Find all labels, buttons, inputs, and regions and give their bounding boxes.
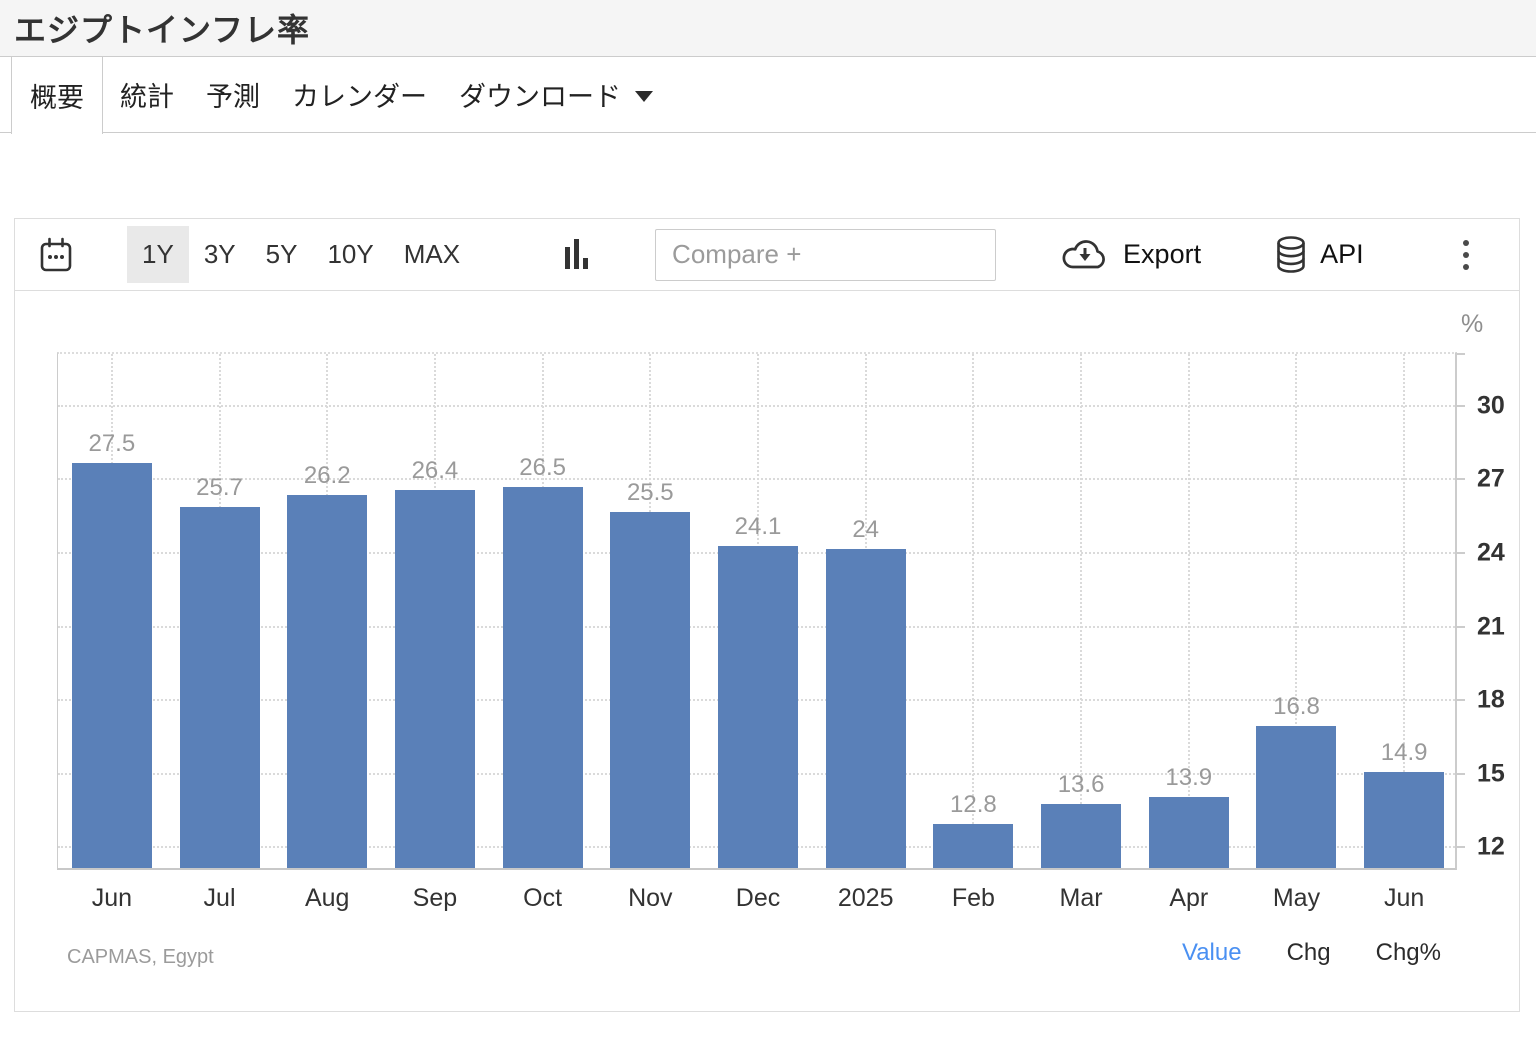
bar-value-label: 26.4 <box>412 457 459 485</box>
bar-value-label: 16.8 <box>1273 693 1320 721</box>
y-axis-tick <box>1455 405 1465 407</box>
bar-sep[interactable] <box>395 490 475 868</box>
bar-feb[interactable] <box>933 824 1013 868</box>
mode-chg[interactable]: Chg <box>1287 939 1331 967</box>
range-button-1y[interactable]: 1Y <box>127 226 189 283</box>
x-axis-label: Sep <box>413 884 457 913</box>
y-axis-tick <box>1455 478 1465 480</box>
mode-chg-pct[interactable]: Chg% <box>1376 939 1441 967</box>
bar-value-label: 27.5 <box>88 430 135 458</box>
tab-label: 概要 <box>30 76 84 115</box>
bar-value-label: 26.5 <box>519 454 566 482</box>
x-axis-label: Jun <box>1384 884 1424 913</box>
x-axis-label: Jun <box>92 884 132 913</box>
page-title: エジプトインフレ率 <box>14 5 310 51</box>
y-axis-tick <box>1455 699 1465 701</box>
database-icon <box>1275 235 1307 275</box>
tab-label: 統計 <box>120 75 174 114</box>
y-axis-label: 27 <box>1477 465 1505 494</box>
source-attribution: CAPMAS, Egypt <box>67 946 214 969</box>
bar-may[interactable] <box>1256 726 1336 868</box>
export-button[interactable]: Export <box>1060 237 1201 273</box>
y-axis-tick <box>1455 626 1465 628</box>
tab-label: カレンダー <box>292 75 427 114</box>
x-axis-label: 2025 <box>838 884 894 913</box>
x-axis-label: Dec <box>736 884 780 913</box>
tab-download[interactable]: ダウンロード <box>443 57 669 132</box>
bar-value-label: 24.1 <box>735 513 782 541</box>
bar-jun[interactable] <box>72 463 152 868</box>
chart-area: % 12 15 18 21 24 27 30 27.5 Jun 25.7 Jul 26.2 Aug 26.… <box>15 291 1519 1011</box>
y-axis-tick <box>1455 846 1465 848</box>
bar-2025[interactable] <box>826 549 906 868</box>
bar-value-label: 14.9 <box>1381 739 1428 767</box>
y-axis-label: 15 <box>1477 759 1505 788</box>
chart-toolbar: 1Y3Y5Y10YMAX Export <box>15 219 1519 291</box>
tab-label: 予測 <box>206 75 260 114</box>
x-axis-label: Feb <box>952 884 995 913</box>
y-axis-label: 24 <box>1477 538 1505 567</box>
y-axis-tick <box>1455 552 1465 554</box>
bar-aug[interactable] <box>287 495 367 868</box>
plot-area: % 1215182124273027.5Jun25.7Jul26.2Aug26.… <box>57 352 1457 870</box>
tab-statistics[interactable]: 統計 <box>104 57 190 132</box>
bar-apr[interactable] <box>1149 797 1229 868</box>
bar-value-label: 25.7 <box>196 474 243 502</box>
x-axis-label: Oct <box>523 884 562 913</box>
x-axis-label: Apr <box>1169 884 1208 913</box>
bar-nov[interactable] <box>610 512 690 868</box>
bar-jun[interactable] <box>1364 772 1444 868</box>
tab-forecast[interactable]: 予測 <box>190 57 276 132</box>
bar-value-label: 12.8 <box>950 791 997 819</box>
bar-value-label: 13.6 <box>1058 771 1105 799</box>
api-label: API <box>1320 239 1364 270</box>
x-axis-label: Aug <box>305 884 349 913</box>
y-axis-label: 12 <box>1477 833 1505 862</box>
tab-overview[interactable]: 概要 <box>11 57 103 134</box>
range-button-max[interactable]: MAX <box>389 226 475 283</box>
bar-value-label: 24 <box>852 516 879 544</box>
bar-chart-type-icon[interactable] <box>565 236 591 274</box>
export-label: Export <box>1123 239 1201 270</box>
x-axis-label: Mar <box>1060 884 1103 913</box>
tab-bar: 概要統計予測カレンダーダウンロード <box>0 57 1536 133</box>
x-axis-label: Nov <box>628 884 672 913</box>
range-selector: 1Y3Y5Y10YMAX <box>127 226 475 283</box>
x-axis-label: Jul <box>204 884 236 913</box>
chevron-down-icon <box>635 91 653 102</box>
bar-jul[interactable] <box>180 507 260 868</box>
range-button-10y[interactable]: 10Y <box>312 226 388 283</box>
bar-value-label: 13.9 <box>1165 764 1212 792</box>
page-header: エジプトインフレ率 <box>0 0 1536 57</box>
bar-dec[interactable] <box>718 546 798 868</box>
calendar-icon[interactable] <box>39 237 73 273</box>
y-axis-tick <box>1455 773 1465 775</box>
range-button-3y[interactable]: 3Y <box>189 226 251 283</box>
cloud-download-icon <box>1060 237 1110 273</box>
chart-panel: 1Y3Y5Y10YMAX Export <box>14 218 1520 1012</box>
tab-label: ダウンロード <box>459 75 621 114</box>
y-axis-label: 30 <box>1477 391 1505 420</box>
y-axis-tick <box>1455 353 1465 355</box>
x-axis-label: May <box>1273 884 1320 913</box>
series-mode-switch: Value Chg Chg% <box>1182 939 1441 967</box>
y-axis-unit-label: % <box>1461 310 1483 339</box>
y-axis-label: 18 <box>1477 686 1505 715</box>
kebab-menu-icon[interactable] <box>1459 236 1473 274</box>
compare-input[interactable] <box>655 229 996 281</box>
bar-value-label: 26.2 <box>304 462 351 490</box>
bar-value-label: 25.5 <box>627 479 674 507</box>
bar-mar[interactable] <box>1041 804 1121 868</box>
api-button[interactable]: API <box>1275 235 1364 275</box>
bar-oct[interactable] <box>503 487 583 868</box>
mode-value[interactable]: Value <box>1182 939 1242 967</box>
range-button-5y[interactable]: 5Y <box>251 226 313 283</box>
y-axis-label: 21 <box>1477 612 1505 641</box>
tab-calendar[interactable]: カレンダー <box>276 57 443 132</box>
